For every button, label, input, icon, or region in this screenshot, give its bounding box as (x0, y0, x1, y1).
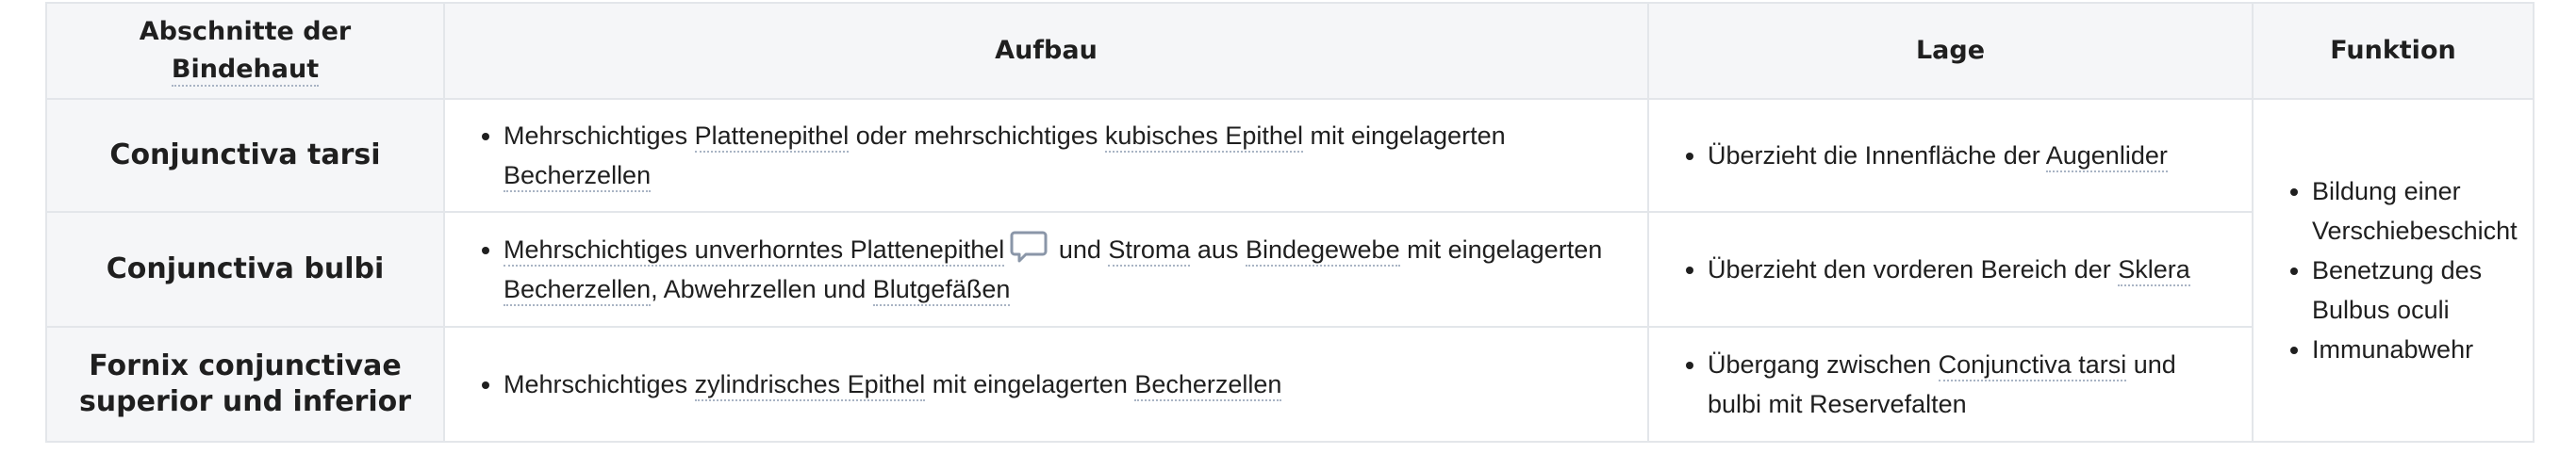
header-lage: Lage (1647, 2, 2254, 100)
text: und (1051, 235, 1109, 264)
table-row: Conjunctiva bulbi Mehrschichtiges unverh… (45, 211, 2534, 328)
bindehaut-table: Abschnitte der Bindehaut Aufbau Lage Fun… (45, 2, 2535, 443)
link-kubisches-epithel[interactable]: kubisches Epithel (1104, 122, 1303, 153)
list-item: Immunabwehr (2312, 330, 2516, 369)
funktion-list: Bildung einer Verschiebeschicht Benetzun… (2269, 171, 2518, 369)
text: Übergang zwischen (1708, 350, 1939, 379)
link-bindegewebe[interactable]: Bindegewebe (1245, 235, 1400, 267)
list-item: Überzieht die Innenfläche der Augenlider (1708, 136, 2235, 175)
text: oder mehrschichtiges (849, 122, 1105, 150)
text: Mehrschichtiges (504, 370, 695, 398)
header-aufbau: Aufbau (443, 2, 1649, 100)
link-sklera[interactable]: Sklera (2118, 255, 2190, 286)
link-conjunctiva-tarsi[interactable]: Conjunctiva tarsi (1938, 350, 2127, 381)
row-header-line: Fornix conjunctivae (89, 349, 402, 382)
row-header-line: superior und inferior (78, 385, 412, 418)
list-item: Übergang zwischen Conjunctiva tarsi und … (1708, 345, 2235, 424)
aufbau-list: Mehrschichtiges zylindrisches Epithel mi… (460, 365, 1630, 404)
text: Überzieht den vorderen Bereich der (1708, 255, 2119, 284)
cell-aufbau: Mehrschichtiges unverhorntes Plattenepit… (443, 211, 1649, 328)
link-augenlider[interactable]: Augenlider (2045, 141, 2168, 172)
list-item: Bildung einer Verschiebeschicht (2312, 171, 2518, 251)
lage-list: Übergang zwischen Conjunctiva tarsi und … (1664, 345, 2235, 424)
cell-lage: Überzieht die Innenfläche der Augenlider (1647, 98, 2254, 213)
list-item: Benetzung des Bulbus oculi (2312, 251, 2516, 330)
text: aus (1190, 235, 1246, 264)
lage-list: Überzieht die Innenfläche der Augenlider (1664, 136, 2235, 175)
header-row: Abschnitte der Bindehaut Aufbau Lage Fun… (45, 2, 2535, 100)
speech-bubble-icon[interactable] (1010, 230, 1048, 264)
link-bindehaut[interactable]: Bindehaut (171, 55, 320, 87)
cell-lage: Übergang zwischen Conjunctiva tarsi und … (1647, 326, 2254, 443)
link-zylindrisches-epithel[interactable]: zylindrisches Epithel (694, 370, 926, 401)
link-blutgefaesse[interactable]: Blutgefäßen (872, 275, 1011, 306)
list-item: Überzieht den vorderen Bereich der Skler… (1708, 250, 2235, 289)
row-header-conjunctiva-bulbi: Conjunctiva bulbi (45, 211, 445, 328)
text: mit eingelagerten (1302, 122, 1506, 150)
row-header-fornix-conjunctivae: Fornix conjunctivae superior und inferior (45, 326, 445, 443)
text: mit eingelagerten (925, 370, 1135, 398)
list-item: Mehrschichtiges zylindrisches Epithel mi… (504, 365, 1630, 404)
header-funktion: Funktion (2252, 2, 2535, 100)
text: Überzieht die Innenfläche der (1708, 141, 2046, 170)
cell-aufbau: Mehrschichtiges zylindrisches Epithel mi… (443, 326, 1649, 443)
text: Mehrschichtiges (504, 122, 695, 150)
link-plattenepithel[interactable]: Plattenepithel (694, 122, 850, 153)
lage-list: Überzieht den vorderen Bereich der Skler… (1664, 250, 2235, 289)
header-abschnitte-text: Abschnitte der (139, 17, 352, 46)
table-row: Fornix conjunctivae superior und inferior… (45, 326, 2534, 443)
header-abschnitte: Abschnitte der Bindehaut (45, 2, 445, 100)
list-item: Mehrschichtiges unverhorntes Plattenepit… (504, 230, 1630, 309)
cell-lage: Überzieht den vorderen Bereich der Skler… (1647, 211, 2254, 328)
table-row: Conjunctiva tarsi Mehrschichtiges Platte… (45, 98, 2535, 443)
link-stroma[interactable]: Stroma (1108, 235, 1191, 267)
row-header-conjunctiva-tarsi: Conjunctiva tarsi (45, 98, 445, 213)
aufbau-list: Mehrschichtiges Plattenepithel oder mehr… (460, 116, 1630, 195)
text: mit eingelagerten (1399, 235, 1603, 264)
aufbau-list: Mehrschichtiges unverhorntes Plattenepit… (460, 230, 1630, 309)
link-becherzellen[interactable]: Becherzellen (1134, 370, 1282, 401)
text: , Abwehrzellen und (651, 275, 873, 303)
list-item: Mehrschichtiges Plattenepithel oder mehr… (504, 116, 1630, 195)
anatomy-table-container: Abschnitte der Bindehaut Aufbau Lage Fun… (45, 2, 2535, 443)
link-mehrschichtiges-unverhorntes-plattenepithel[interactable]: Mehrschichtiges unverhorntes Plattenepit… (504, 235, 1005, 267)
link-becherzellen[interactable]: Becherzellen (504, 275, 652, 306)
cell-funktion: Bildung einer Verschiebeschicht Benetzun… (2252, 98, 2535, 443)
cell-aufbau: Mehrschichtiges Plattenepithel oder mehr… (443, 98, 1649, 213)
link-becherzellen[interactable]: Becherzellen (504, 161, 652, 192)
